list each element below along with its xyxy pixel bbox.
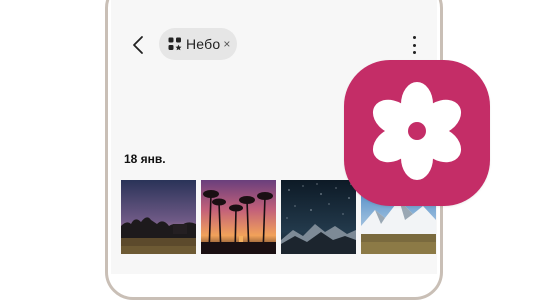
photo-thumbnail[interactable] [201, 180, 276, 254]
chevron-left-icon [133, 36, 143, 54]
photo-thumbnail[interactable] [121, 180, 196, 254]
filter-chip-label: Небо [186, 36, 221, 52]
gallery-flower-icon [372, 82, 462, 180]
back-button[interactable] [125, 30, 151, 60]
more-options-button[interactable] [407, 34, 421, 56]
gallery-app-icon[interactable] [344, 60, 490, 206]
more-vertical-icon [412, 36, 416, 39]
filter-chip[interactable]: Небо × [159, 28, 237, 60]
chip-close-icon[interactable]: × [223, 37, 230, 51]
date-header: 18 янв. [124, 152, 166, 166]
category-icon [168, 37, 182, 51]
